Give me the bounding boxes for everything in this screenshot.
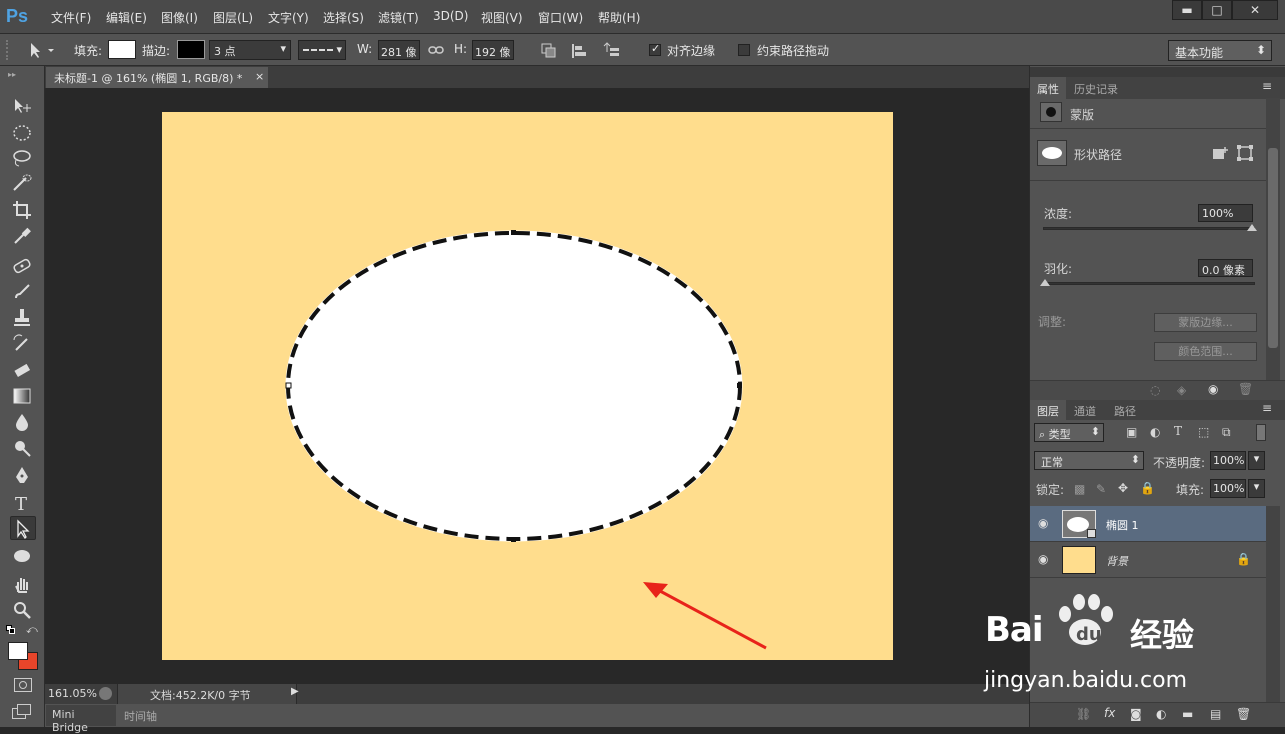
slider-thumb[interactable] [1040,279,1050,286]
panel-menu-icon[interactable]: ≡ [1262,79,1272,93]
feather-label: 羽化: [1044,262,1073,276]
zoom-level[interactable]: 161.05% [48,687,97,700]
layers-footer: ⛓ fx ◙ ◐ ▬ ▤ 🗑 [1030,702,1285,727]
link-layers-icon[interactable]: ⛓ [1076,707,1091,721]
tab-history[interactable]: 历史记录 [1074,81,1118,97]
document-size: 文档:452.2K/0 字节 [150,689,251,702]
blend-mode-value: 正常 [1041,456,1063,469]
tab-timeline[interactable]: 时间轴 [118,705,168,726]
density-slider[interactable] [1043,224,1257,231]
slider-thumb[interactable] [1247,224,1257,231]
visibility-eye-icon[interactable]: ◉ [1038,516,1048,530]
add-mask-icon[interactable] [1212,145,1230,161]
watermark-brand-cn: 经验 [1130,616,1195,654]
new-group-icon[interactable]: ▬ [1182,707,1193,721]
vector-mask-icon [1042,147,1062,159]
fill-dropdown[interactable]: ▾ [1248,479,1265,498]
adjustment-layer-icon[interactable]: ◐ [1156,707,1166,721]
filter-shape-icon[interactable]: ⬚ [1198,425,1209,439]
svg-text:du: du [1076,624,1102,645]
watermark-brand: Bai [985,610,1044,650]
load-selection-icon[interactable]: ◌ [1150,383,1160,397]
adjust-label: 调整: [1038,315,1067,329]
anchor-point-left[interactable] [285,382,292,389]
color-range-button[interactable]: 颜色范围... [1154,342,1257,361]
filter-adjustment-icon[interactable]: ◐ [1150,425,1160,439]
lock-label: 锁定: [1036,483,1065,497]
chevron-updown-icon: ⬍ [1090,425,1100,438]
anchor-point-right[interactable] [737,383,742,388]
layer-name[interactable]: 椭圆 1 [1106,517,1139,533]
tab-paths[interactable]: 路径 [1114,403,1136,419]
tab-mini-bridge[interactable]: Mini Bridge [46,705,116,734]
watermark-url: jingyan.baidu.com [984,668,1188,693]
layer-filter-select[interactable]: ⌕ 类型 ⬍ [1034,423,1104,442]
layers-scrollbar[interactable] [1266,506,1280,702]
lock-position-icon[interactable]: ✥ [1118,481,1128,495]
properties-footer: ◌ ◈ ◉ 🗑 [1030,380,1285,400]
layer-thumb [1062,510,1096,538]
feather-slider[interactable] [1040,279,1255,286]
play-arrow-icon[interactable]: ▶ [291,686,299,697]
opacity-label: 不透明度: [1153,456,1206,470]
status-bar: 161.05% 文档:452.2K/0 字节 ▶ [45,684,1029,704]
paw-icon: du [1059,594,1113,645]
anchor-point-bottom[interactable] [511,537,516,542]
apply-mask-icon[interactable]: ◈ [1177,383,1186,397]
trash-icon[interactable]: 🗑 [1236,707,1251,721]
chevron-down-icon: ▾ [1253,480,1260,493]
filter-smart-object-icon[interactable]: ⧉ [1222,425,1231,440]
fx-icon[interactable]: fx [1104,706,1115,720]
shape-layer-icon [1087,529,1096,538]
mask-label: 蒙版 [1070,108,1095,122]
layers-tab-bar: 图层 通道 路径 ≡ [1030,400,1285,420]
density-label: 浓度: [1044,207,1073,221]
properties-scrollbar[interactable] [1266,98,1280,380]
visibility-eye-icon[interactable]: ◉ [1208,382,1218,396]
tab-properties[interactable]: 属性 [1030,77,1066,99]
filter-pixel-icon[interactable]: ▣ [1126,425,1137,439]
tab-channels[interactable]: 通道 [1074,403,1096,419]
properties-tab-bar: 属性 历史记录 ≡ [1030,77,1285,99]
filter-type-icon[interactable]: T [1174,424,1182,438]
search-icon: ⌕ [1039,428,1046,441]
new-layer-icon[interactable]: ▤ [1210,707,1221,721]
add-mask-icon[interactable]: ◙ [1130,707,1142,721]
annotation-arrow-canvas [646,582,767,650]
lock-icon: 🔒 [1236,552,1251,566]
layer-thumb [1062,546,1096,574]
shape-path-thumb[interactable] [1037,140,1067,166]
layer-row-background[interactable]: ◉ 背景 🔒 [1030,542,1266,578]
layer-name[interactable]: 背景 [1106,553,1128,569]
chevron-down-icon: ▾ [1253,452,1260,465]
fill-label: 填充: [1176,483,1205,497]
filter-toggle[interactable] [1256,424,1266,441]
trash-icon[interactable]: 🗑 [1238,382,1253,396]
fill-input[interactable]: 100% [1210,479,1246,498]
select-mask-icon[interactable] [1236,144,1254,162]
anchor-point-top[interactable] [511,230,516,235]
visibility-eye-icon[interactable]: ◉ [1038,552,1048,566]
feather-input[interactable]: 0.0 像素 [1198,259,1253,277]
shape-path-label: 形状路径 [1074,148,1123,162]
chevron-updown-icon: ⬍ [1130,453,1140,466]
mask-thumb[interactable] [1040,102,1062,122]
layer-filter-value: 类型 [1048,428,1071,441]
arrow-head-icon [643,582,668,598]
blend-mode-select[interactable]: 正常 ⬍ [1034,451,1144,470]
status-info-icon[interactable] [99,687,112,700]
tab-layers[interactable]: 图层 [1030,400,1066,420]
opacity-dropdown[interactable]: ▾ [1248,451,1265,470]
lock-all-icon[interactable]: 🔒 [1140,481,1155,495]
mask-edge-button[interactable]: 蒙版边缘... [1154,313,1257,332]
lock-transparency-icon[interactable]: ▩ [1074,482,1085,496]
watermark-logo: Bai du 经验 [985,588,1225,658]
pixel-mask-icon [1046,107,1056,117]
density-input[interactable]: 100% [1198,204,1253,222]
bottom-panel-tabs: Mini Bridge 时间轴 [45,704,1029,734]
panel-menu-icon[interactable]: ≡ [1262,401,1272,415]
opacity-input[interactable]: 100% [1210,451,1246,470]
layer-row-ellipse[interactable]: ◉ 椭圆 1 [1030,506,1266,542]
lock-pixels-icon[interactable]: ✎ [1096,482,1106,496]
